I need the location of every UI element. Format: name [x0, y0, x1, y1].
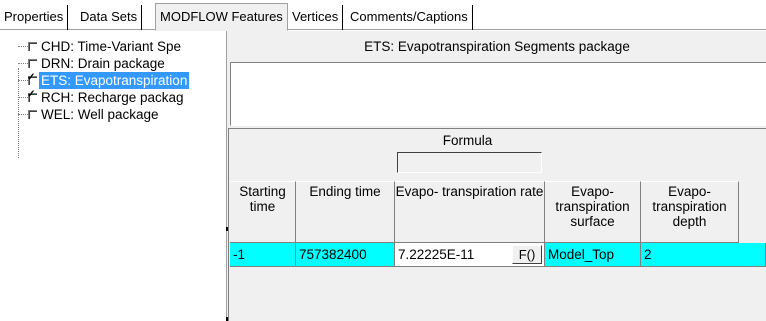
tab-properties[interactable]: Properties: [0, 5, 69, 30]
tree-item-rch[interactable]: ✓ RCH: Recharge packag: [0, 89, 226, 106]
tree-item-label: CHD: Time-Variant Spe: [41, 39, 182, 54]
checkbox-rch[interactable]: ✓: [27, 89, 37, 102]
tree-item-label: WEL: Well package: [41, 107, 159, 122]
cell-ending-time[interactable]: 757382400: [296, 243, 395, 267]
cell-et-surface[interactable]: Model_Top: [545, 243, 641, 267]
checkbox-wel[interactable]: [28, 110, 37, 119]
checkbox-drn[interactable]: [28, 59, 37, 68]
package-tree: CHD: Time-Variant Spe DRN: Drain package…: [0, 31, 226, 321]
tree-item-ets[interactable]: ✓ ETS: Evapotranspiration: [0, 72, 226, 89]
cell-starting-time[interactable]: -1: [230, 243, 296, 267]
tree-item-chd[interactable]: CHD: Time-Variant Spe: [0, 38, 226, 55]
tree-item-label: DRN: Drain package: [41, 56, 165, 71]
tree-item-label: RCH: Recharge packag: [41, 90, 184, 105]
tab-data-sets[interactable]: Data Sets: [76, 5, 143, 30]
checkbox-chd[interactable]: [28, 42, 37, 51]
tree-item-drn[interactable]: DRN: Drain package: [0, 55, 226, 72]
column-header-starting-time[interactable]: Starting time: [230, 181, 296, 243]
check-mark-icon: ✓: [27, 89, 36, 100]
tab-modflow-features[interactable]: MODFLOW Features: [155, 3, 288, 31]
column-header-et-depth[interactable]: Evapo- transpiration depth: [641, 181, 739, 243]
row-indicator: [226, 227, 228, 321]
cell-et-depth[interactable]: 2: [641, 243, 766, 267]
column-header-et-surface[interactable]: Evapo- transpiration surface: [545, 181, 641, 243]
column-header-ending-time[interactable]: Ending time: [296, 181, 395, 243]
tree-connector: [18, 63, 28, 64]
checkbox-ets[interactable]: ✓: [27, 72, 37, 85]
column-header-et-rate[interactable]: Evapo- transpiration rate: [395, 181, 545, 243]
tree-connector: [18, 114, 28, 115]
tab-vertices[interactable]: Vertices: [288, 5, 344, 30]
tab-bar: Properties Data Sets MODFLOW Features Ve…: [0, 0, 766, 31]
tree-item-wel[interactable]: WEL: Well package: [0, 106, 226, 123]
check-mark-icon: ✓: [27, 72, 36, 83]
cell-et-rate-value: 7.22225E-11: [398, 247, 475, 262]
cell-et-rate[interactable]: 7.22225E-11 F(): [395, 243, 545, 267]
tree-connector: [18, 46, 28, 47]
panel-title: ETS: Evapotranspiration Segments package: [364, 39, 630, 54]
tree-item-label: ETS: Evapotranspiration: [39, 72, 190, 89]
formula-label: Formula: [442, 133, 493, 148]
tab-comments-captions[interactable]: Comments/Captions: [346, 5, 473, 30]
formula-editor-button[interactable]: F(): [512, 245, 542, 264]
formula-field[interactable]: [397, 152, 542, 173]
package-panel: ETS: Evapotranspiration Segments package…: [226, 31, 766, 321]
package-comment-box[interactable]: [230, 62, 766, 126]
